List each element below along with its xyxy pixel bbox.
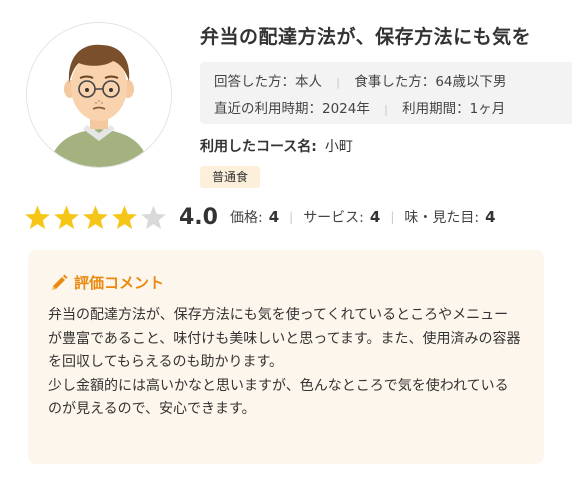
meal-type-badge: 普通食 — [200, 166, 261, 188]
course-label: 利用したコース名: — [200, 139, 317, 155]
rating-divider: | — [390, 210, 395, 224]
course-value: 小町 — [324, 139, 353, 155]
star-filled-icon — [25, 205, 50, 229]
meta-divider: | — [336, 76, 341, 89]
recent-use-label: 直近の利用時期： — [214, 101, 322, 117]
eater-label: 食事した方： — [354, 74, 436, 90]
respondent-label: 回答した方： — [214, 74, 295, 90]
pencil-icon — [52, 274, 68, 290]
taste-label: 味・見た目: — [404, 210, 480, 226]
star-filled-icon — [83, 205, 108, 229]
respondent-value: 本人 — [295, 74, 322, 90]
service-score: 4 — [369, 208, 381, 226]
use-period-label: 利用期間： — [402, 101, 470, 117]
meta-divider: | — [384, 103, 388, 116]
eater-value: 64歳以下男 — [435, 74, 507, 90]
price-score: 4 — [268, 208, 280, 226]
star-empty-icon — [141, 205, 166, 229]
reviewer-avatar — [26, 22, 172, 168]
rating-divider: | — [289, 210, 294, 224]
overall-score: 4.0 — [179, 204, 218, 230]
star-filled-icon — [112, 205, 137, 229]
service-label: サービス: — [303, 210, 364, 226]
use-period-value: 1ヶ月 — [469, 101, 506, 117]
taste-score: 4 — [485, 208, 496, 226]
meta-row-2: 直近の利用時期：2024年 | 利用期間：1ヶ月 — [214, 97, 505, 117]
comment-body: 弁当の配達方法が、保存方法にも気を使ってくれているところやメニューが豊富であるこ… — [48, 307, 521, 417]
recent-use-value: 2024年 — [322, 101, 370, 117]
meta-row-1: 回答した方：本人 | 食事した方：64歳以下男 — [214, 70, 507, 90]
comment-heading: 評価コメント — [50, 272, 164, 293]
rating-row: 4.0 価格: 4 | サービス: 4 | 味・見た目: 4 — [24, 201, 496, 233]
price-label: 価格: — [229, 210, 263, 226]
star-rating — [24, 204, 169, 231]
reviewer-meta-box: 回答した方：本人 | 食事した方：64歳以下男 直近の利用時期：2024年 | … — [200, 62, 572, 124]
star-filled-icon — [54, 205, 79, 229]
reviewer-avatar-illustration — [27, 23, 171, 167]
review-title: 弁当の配達方法が、保存方法にも気を — [200, 26, 532, 48]
comment-heading-text: 評価コメント — [74, 274, 165, 292]
comment-box: 評価コメント 弁当の配達方法が、保存方法にも気を使ってくれているところやメニュー… — [28, 250, 544, 464]
course-info: 利用したコース名: 小町 — [200, 136, 353, 156]
